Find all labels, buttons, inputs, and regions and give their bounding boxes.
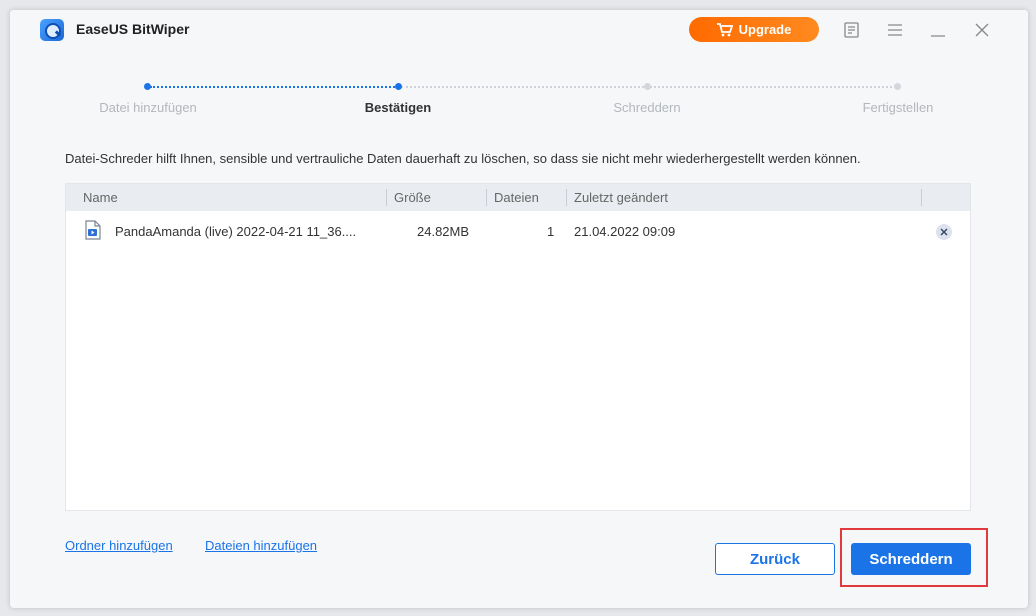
table-row[interactable]: PandaAmanda (live) 2022-04-21 11_36.... … [66,212,970,252]
column-header-size[interactable]: Größe [394,190,431,205]
remove-file-button[interactable] [936,224,952,240]
column-header-files[interactable]: Dateien [494,190,539,205]
video-file-icon [84,220,102,240]
file-size: 24.82MB [417,224,470,239]
app-window: EaseUS BitWiper Upgrade Datei hinzufügen… [10,10,1028,608]
add-folder-link[interactable]: Ordner hinzufügen [65,538,173,553]
description-text: Datei-Schreder hilft Ihnen, sensible und… [65,151,861,166]
column-divider[interactable] [386,189,387,206]
menu-icon[interactable] [885,20,905,40]
column-header-name[interactable]: Name [83,190,118,205]
file-modified: 21.04.2022 09:09 [574,224,676,239]
step-label-shred: Schreddern [613,100,681,115]
minimize-icon[interactable] [928,20,948,40]
step-dot [395,83,402,90]
cart-icon [716,22,733,37]
shred-button[interactable]: Schreddern [851,543,971,575]
step-label-add-file: Datei hinzufügen [99,100,197,115]
column-divider[interactable] [486,189,487,206]
add-files-link[interactable]: Dateien hinzufügen [205,538,317,553]
back-button[interactable]: Zurück [715,543,835,575]
close-icon[interactable] [972,20,992,40]
upgrade-label: Upgrade [738,22,792,37]
file-count: 1 [547,224,555,239]
step-dot [894,83,901,90]
column-header-modified[interactable]: Zuletzt geändert [574,190,668,205]
app-title: EaseUS BitWiper [76,21,190,37]
file-table: Name Größe Dateien Zuletzt geändert Pand… [65,183,971,511]
table-header: Name Größe Dateien Zuletzt geändert [66,184,970,211]
file-name: PandaAmanda (live) 2022-04-21 11_36.... [115,224,357,239]
column-divider[interactable] [566,189,567,206]
step-label-confirm: Bestätigen [364,100,432,115]
progress-steps: Datei hinzufügen Bestätigen Schreddern F… [10,78,1028,128]
feedback-icon[interactable] [842,20,862,40]
step-label-finish: Fertigstellen [862,100,934,115]
app-logo-icon [40,19,64,41]
step-dot [144,83,151,90]
step-dot [644,83,651,90]
upgrade-button[interactable]: Upgrade [689,17,819,42]
remove-icon [940,228,948,236]
step-connector [150,86,398,88]
column-divider[interactable] [921,189,922,206]
title-bar: EaseUS BitWiper Upgrade [10,10,1028,50]
